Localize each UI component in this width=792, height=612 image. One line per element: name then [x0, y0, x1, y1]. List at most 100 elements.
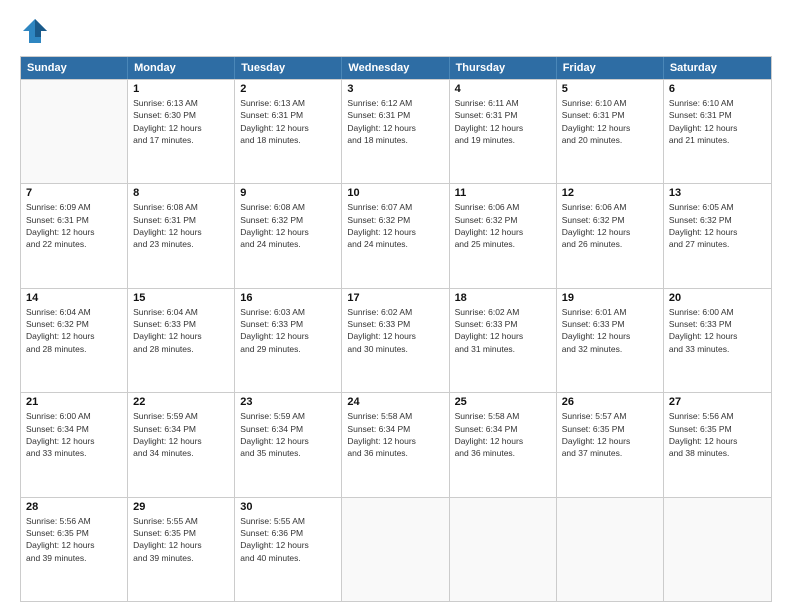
day-info: Sunrise: 6:01 AM Sunset: 6:33 PM Dayligh… [562, 306, 658, 355]
day-info: Sunrise: 6:09 AM Sunset: 6:31 PM Dayligh… [26, 201, 122, 250]
day-number: 25 [455, 396, 551, 408]
day-info: Sunrise: 6:08 AM Sunset: 6:31 PM Dayligh… [133, 201, 229, 250]
day-number: 8 [133, 187, 229, 199]
calendar-week-2: 14 Sunrise: 6:04 AM Sunset: 6:32 PM Dayli… [21, 288, 771, 392]
header-day-monday: Monday [128, 57, 235, 79]
day-number: 23 [240, 396, 336, 408]
day-cell-1: 1 Sunrise: 6:13 AM Sunset: 6:30 PM Daylig… [128, 80, 235, 183]
calendar-header: SundayMondayTuesdayWednesdayThursdayFrid… [21, 57, 771, 79]
day-number: 18 [455, 292, 551, 304]
day-info: Sunrise: 6:06 AM Sunset: 6:32 PM Dayligh… [455, 201, 551, 250]
day-info: Sunrise: 6:10 AM Sunset: 6:31 PM Dayligh… [669, 97, 766, 146]
empty-cell [557, 498, 664, 601]
day-number: 16 [240, 292, 336, 304]
day-cell-18: 18 Sunrise: 6:02 AM Sunset: 6:33 PM Dayli… [450, 289, 557, 392]
day-info: Sunrise: 6:12 AM Sunset: 6:31 PM Dayligh… [347, 97, 443, 146]
day-number: 27 [669, 396, 766, 408]
day-number: 10 [347, 187, 443, 199]
day-number: 4 [455, 83, 551, 95]
empty-cell [342, 498, 449, 601]
calendar-body: 1 Sunrise: 6:13 AM Sunset: 6:30 PM Daylig… [21, 79, 771, 601]
day-info: Sunrise: 6:08 AM Sunset: 6:32 PM Dayligh… [240, 201, 336, 250]
day-number: 9 [240, 187, 336, 199]
day-cell-27: 27 Sunrise: 5:56 AM Sunset: 6:35 PM Dayli… [664, 393, 771, 496]
day-info: Sunrise: 5:58 AM Sunset: 6:34 PM Dayligh… [455, 410, 551, 459]
day-cell-12: 12 Sunrise: 6:06 AM Sunset: 6:32 PM Dayli… [557, 184, 664, 287]
day-info: Sunrise: 6:07 AM Sunset: 6:32 PM Dayligh… [347, 201, 443, 250]
day-cell-26: 26Sunrise: 5:57 AM Sunset: 6:35 PM Dayli… [557, 393, 664, 496]
day-info: Sunrise: 6:13 AM Sunset: 6:31 PM Dayligh… [240, 97, 336, 146]
calendar-week-3: 21 Sunrise: 6:00 AM Sunset: 6:34 PM Dayli… [21, 392, 771, 496]
day-cell-5: 5Sunrise: 6:10 AM Sunset: 6:31 PM Daylig… [557, 80, 664, 183]
day-info: Sunrise: 5:56 AM Sunset: 6:35 PM Dayligh… [669, 410, 766, 459]
day-number: 28 [26, 501, 122, 513]
day-number: 11 [455, 187, 551, 199]
day-number: 15 [133, 292, 229, 304]
logo-icon [20, 16, 50, 46]
day-number: 2 [240, 83, 336, 95]
day-number: 24 [347, 396, 443, 408]
day-cell-9: 9 Sunrise: 6:08 AM Sunset: 6:32 PM Daylig… [235, 184, 342, 287]
day-cell-6: 6 Sunrise: 6:10 AM Sunset: 6:31 PM Daylig… [664, 80, 771, 183]
day-cell-25: 25 Sunrise: 5:58 AM Sunset: 6:34 PM Dayli… [450, 393, 557, 496]
day-cell-10: 10 Sunrise: 6:07 AM Sunset: 6:32 PM Dayli… [342, 184, 449, 287]
day-cell-15: 15Sunrise: 6:04 AM Sunset: 6:33 PM Dayli… [128, 289, 235, 392]
day-info: Sunrise: 6:02 AM Sunset: 6:33 PM Dayligh… [347, 306, 443, 355]
day-cell-7: 7 Sunrise: 6:09 AM Sunset: 6:31 PM Daylig… [21, 184, 128, 287]
day-info: Sunrise: 6:00 AM Sunset: 6:34 PM Dayligh… [26, 410, 122, 459]
header-day-wednesday: Wednesday [342, 57, 449, 79]
page: SundayMondayTuesdayWednesdayThursdayFrid… [0, 0, 792, 612]
header-day-saturday: Saturday [664, 57, 771, 79]
day-cell-3: 3 Sunrise: 6:12 AM Sunset: 6:31 PM Daylig… [342, 80, 449, 183]
day-cell-19: 19 Sunrise: 6:01 AM Sunset: 6:33 PM Dayli… [557, 289, 664, 392]
header-day-tuesday: Tuesday [235, 57, 342, 79]
day-cell-23: 23 Sunrise: 5:59 AM Sunset: 6:34 PM Dayli… [235, 393, 342, 496]
day-cell-11: 11 Sunrise: 6:06 AM Sunset: 6:32 PM Dayli… [450, 184, 557, 287]
day-number: 21 [26, 396, 122, 408]
day-number: 1 [133, 83, 229, 95]
day-number: 5 [562, 83, 658, 95]
day-number: 30 [240, 501, 336, 513]
day-cell-22: 22Sunrise: 5:59 AM Sunset: 6:34 PM Dayli… [128, 393, 235, 496]
empty-cell [450, 498, 557, 601]
day-number: 14 [26, 292, 122, 304]
day-number: 13 [669, 187, 766, 199]
day-info: Sunrise: 6:02 AM Sunset: 6:33 PM Dayligh… [455, 306, 551, 355]
day-cell-4: 4 Sunrise: 6:11 AM Sunset: 6:31 PM Daylig… [450, 80, 557, 183]
day-cell-2: 2 Sunrise: 6:13 AM Sunset: 6:31 PM Daylig… [235, 80, 342, 183]
day-number: 29 [133, 501, 229, 513]
header [20, 16, 772, 46]
day-info: Sunrise: 6:06 AM Sunset: 6:32 PM Dayligh… [562, 201, 658, 250]
day-info: Sunrise: 5:55 AM Sunset: 6:35 PM Dayligh… [133, 515, 229, 564]
header-day-thursday: Thursday [450, 57, 557, 79]
empty-cell [664, 498, 771, 601]
calendar-week-1: 7 Sunrise: 6:09 AM Sunset: 6:31 PM Daylig… [21, 183, 771, 287]
day-info: Sunrise: 5:59 AM Sunset: 6:34 PM Dayligh… [240, 410, 336, 459]
day-info: Sunrise: 6:11 AM Sunset: 6:31 PM Dayligh… [455, 97, 551, 146]
day-cell-8: 8 Sunrise: 6:08 AM Sunset: 6:31 PM Daylig… [128, 184, 235, 287]
day-info: Sunrise: 6:13 AM Sunset: 6:30 PM Dayligh… [133, 97, 229, 146]
day-info: Sunrise: 6:03 AM Sunset: 6:33 PM Dayligh… [240, 306, 336, 355]
day-cell-20: 20Sunrise: 6:00 AM Sunset: 6:33 PM Dayli… [664, 289, 771, 392]
day-cell-17: 17 Sunrise: 6:02 AM Sunset: 6:33 PM Dayli… [342, 289, 449, 392]
day-cell-30: 30Sunrise: 5:55 AM Sunset: 6:36 PM Dayli… [235, 498, 342, 601]
day-info: Sunrise: 5:56 AM Sunset: 6:35 PM Dayligh… [26, 515, 122, 564]
day-cell-21: 21 Sunrise: 6:00 AM Sunset: 6:34 PM Dayli… [21, 393, 128, 496]
header-day-sunday: Sunday [21, 57, 128, 79]
day-info: Sunrise: 6:00 AM Sunset: 6:33 PM Dayligh… [669, 306, 766, 355]
day-cell-28: 28 Sunrise: 5:56 AM Sunset: 6:35 PM Dayli… [21, 498, 128, 601]
day-number: 17 [347, 292, 443, 304]
calendar: SundayMondayTuesdayWednesdayThursdayFrid… [20, 56, 772, 602]
day-number: 7 [26, 187, 122, 199]
day-info: Sunrise: 5:58 AM Sunset: 6:34 PM Dayligh… [347, 410, 443, 459]
calendar-week-4: 28 Sunrise: 5:56 AM Sunset: 6:35 PM Dayli… [21, 497, 771, 601]
day-info: Sunrise: 5:57 AM Sunset: 6:35 PM Dayligh… [562, 410, 658, 459]
day-number: 12 [562, 187, 658, 199]
day-cell-14: 14 Sunrise: 6:04 AM Sunset: 6:32 PM Dayli… [21, 289, 128, 392]
day-number: 22 [133, 396, 229, 408]
logo [20, 16, 54, 46]
day-number: 3 [347, 83, 443, 95]
day-number: 6 [669, 83, 766, 95]
day-info: Sunrise: 6:04 AM Sunset: 6:32 PM Dayligh… [26, 306, 122, 355]
day-number: 19 [562, 292, 658, 304]
